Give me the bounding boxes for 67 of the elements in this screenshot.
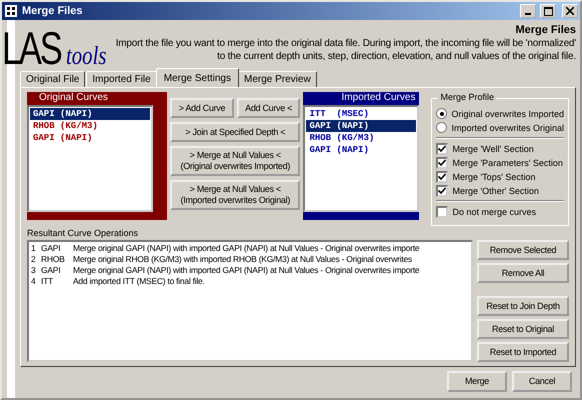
operation-description: Merge original RHOB (KG/M3) with imported RHOB (KG/M3) at Null Values - Original overwrites — [73, 254, 412, 265]
curve-name: GAPI — [41, 243, 62, 254]
checkbox[interactable] — [436, 156, 448, 168]
tab[interactable]: Merge Preview — [238, 71, 317, 87]
list-item[interactable]: RHOB (KG/M3) — [30, 120, 150, 132]
operation-description: Add imported ITT (MSEC) to final file. — [73, 276, 205, 287]
option-label: Merge 'Tops' Section — [452, 172, 536, 182]
option-label: Merge 'Parameters' Section — [452, 158, 563, 168]
maximize-icon — [544, 6, 552, 16]
operations-list[interactable] — [27, 240, 473, 362]
list-item[interactable]: GAPI (NAPI) — [306, 120, 416, 132]
cancel-button[interactable]: Cancel — [512, 371, 572, 392]
curve-list[interactable]: ITT (MSEC) GAPI (NAPI) RHOB (KG/M3) GAPI (NAPI) — [303, 105, 420, 212]
group-title: Merge Profile — [438, 92, 496, 102]
row-number: 1 — [31, 243, 36, 254]
curve-list[interactable]: GAPI (NAPI) RHOB (KG/M3) GAPI (NAPI) — [27, 105, 153, 212]
operation-description: Merge original GAPI (NAPI) with imported GAPI (NAPI) at Null Values - Original overwrites importe — [73, 243, 420, 254]
row-number: 3 — [31, 265, 36, 276]
option-label: Original overwrites Imported — [451, 108, 564, 118]
tab[interactable]: Imported File — [86, 71, 157, 87]
tab[interactable]: Original File — [20, 71, 86, 87]
null-values-button[interactable]: > Merge at Null Values < (Imported overwrites Original) — [170, 180, 300, 210]
list-item[interactable]: ITT (MSEC) — [306, 108, 416, 120]
app-icon — [4, 4, 18, 18]
tab[interactable]: Merge Settings — [156, 68, 239, 87]
merge-button[interactable]: Merge — [447, 371, 507, 392]
curve-name: GAPI — [41, 265, 62, 276]
list-item[interactable]: GAPI (NAPI) — [306, 144, 416, 156]
join-depth-button[interactable]: > Join at Specified Depth < — [170, 122, 300, 142]
list-item[interactable]: GAPI (NAPI) — [30, 132, 150, 144]
option-label: Merge 'Well' Section — [452, 144, 534, 154]
close-icon — [566, 7, 574, 15]
remove-button[interactable]: Remove Selected — [477, 240, 569, 260]
option-label: Do not merge curves — [452, 206, 536, 216]
checkbox[interactable] — [436, 142, 448, 154]
maximize-button[interactable] — [540, 4, 556, 18]
curve-name: RHOB — [41, 254, 66, 265]
radio-button[interactable] — [436, 108, 448, 119]
list-item[interactable]: RHOB (KG/M3) — [306, 132, 416, 144]
window-title: Merge Files — [22, 5, 84, 17]
section-label: Resultant Curve Operations — [27, 228, 140, 238]
add-curve-button[interactable]: > Add Curve — [170, 98, 234, 118]
header-title: Merge Files — [514, 24, 576, 36]
remove-button[interactable]: Remove All — [477, 263, 569, 283]
logo-subtext: tools — [66, 44, 106, 68]
reset-button[interactable]: Reset to Imported — [477, 342, 569, 362]
panel-title: Imported Curves — [342, 92, 416, 105]
add-curve-button[interactable]: Add Curve < — [236, 98, 300, 118]
null-values-button[interactable]: > Merge at Null Values < (Original overwrites Imported) — [170, 146, 300, 176]
curve-name: ITT — [41, 276, 54, 287]
radio-button[interactable] — [436, 122, 448, 133]
row-number: 2 — [31, 254, 36, 265]
reset-button[interactable]: Reset to Original — [477, 319, 569, 339]
list-item[interactable]: GAPI (NAPI) — [30, 108, 150, 120]
row-number: 4 — [31, 276, 36, 287]
option-label: Imported overwrites Original — [451, 122, 564, 132]
option-label: Merge 'Other' Section — [452, 186, 539, 196]
reset-button[interactable]: Reset to Join Depth — [477, 296, 569, 316]
operation-description: Merge original GAPI (NAPI) with imported GAPI (NAPI) at Null Values - Original overwrites importe — [73, 265, 420, 276]
logo-text: LAS — [2, 28, 60, 68]
minimize-button[interactable] — [520, 4, 536, 18]
checkbox[interactable] — [436, 206, 448, 218]
close-button[interactable] — [562, 4, 578, 18]
header-description: Import the file you want to merge into the original data file. During import, the incoming file will be 'normalized' to the current depth units, step, direction, elevation, and null values of the original file. — [114, 37, 576, 63]
checkbox[interactable] — [436, 184, 448, 196]
panel-title: Original Curves — [38, 92, 109, 105]
checkbox[interactable] — [436, 170, 448, 182]
